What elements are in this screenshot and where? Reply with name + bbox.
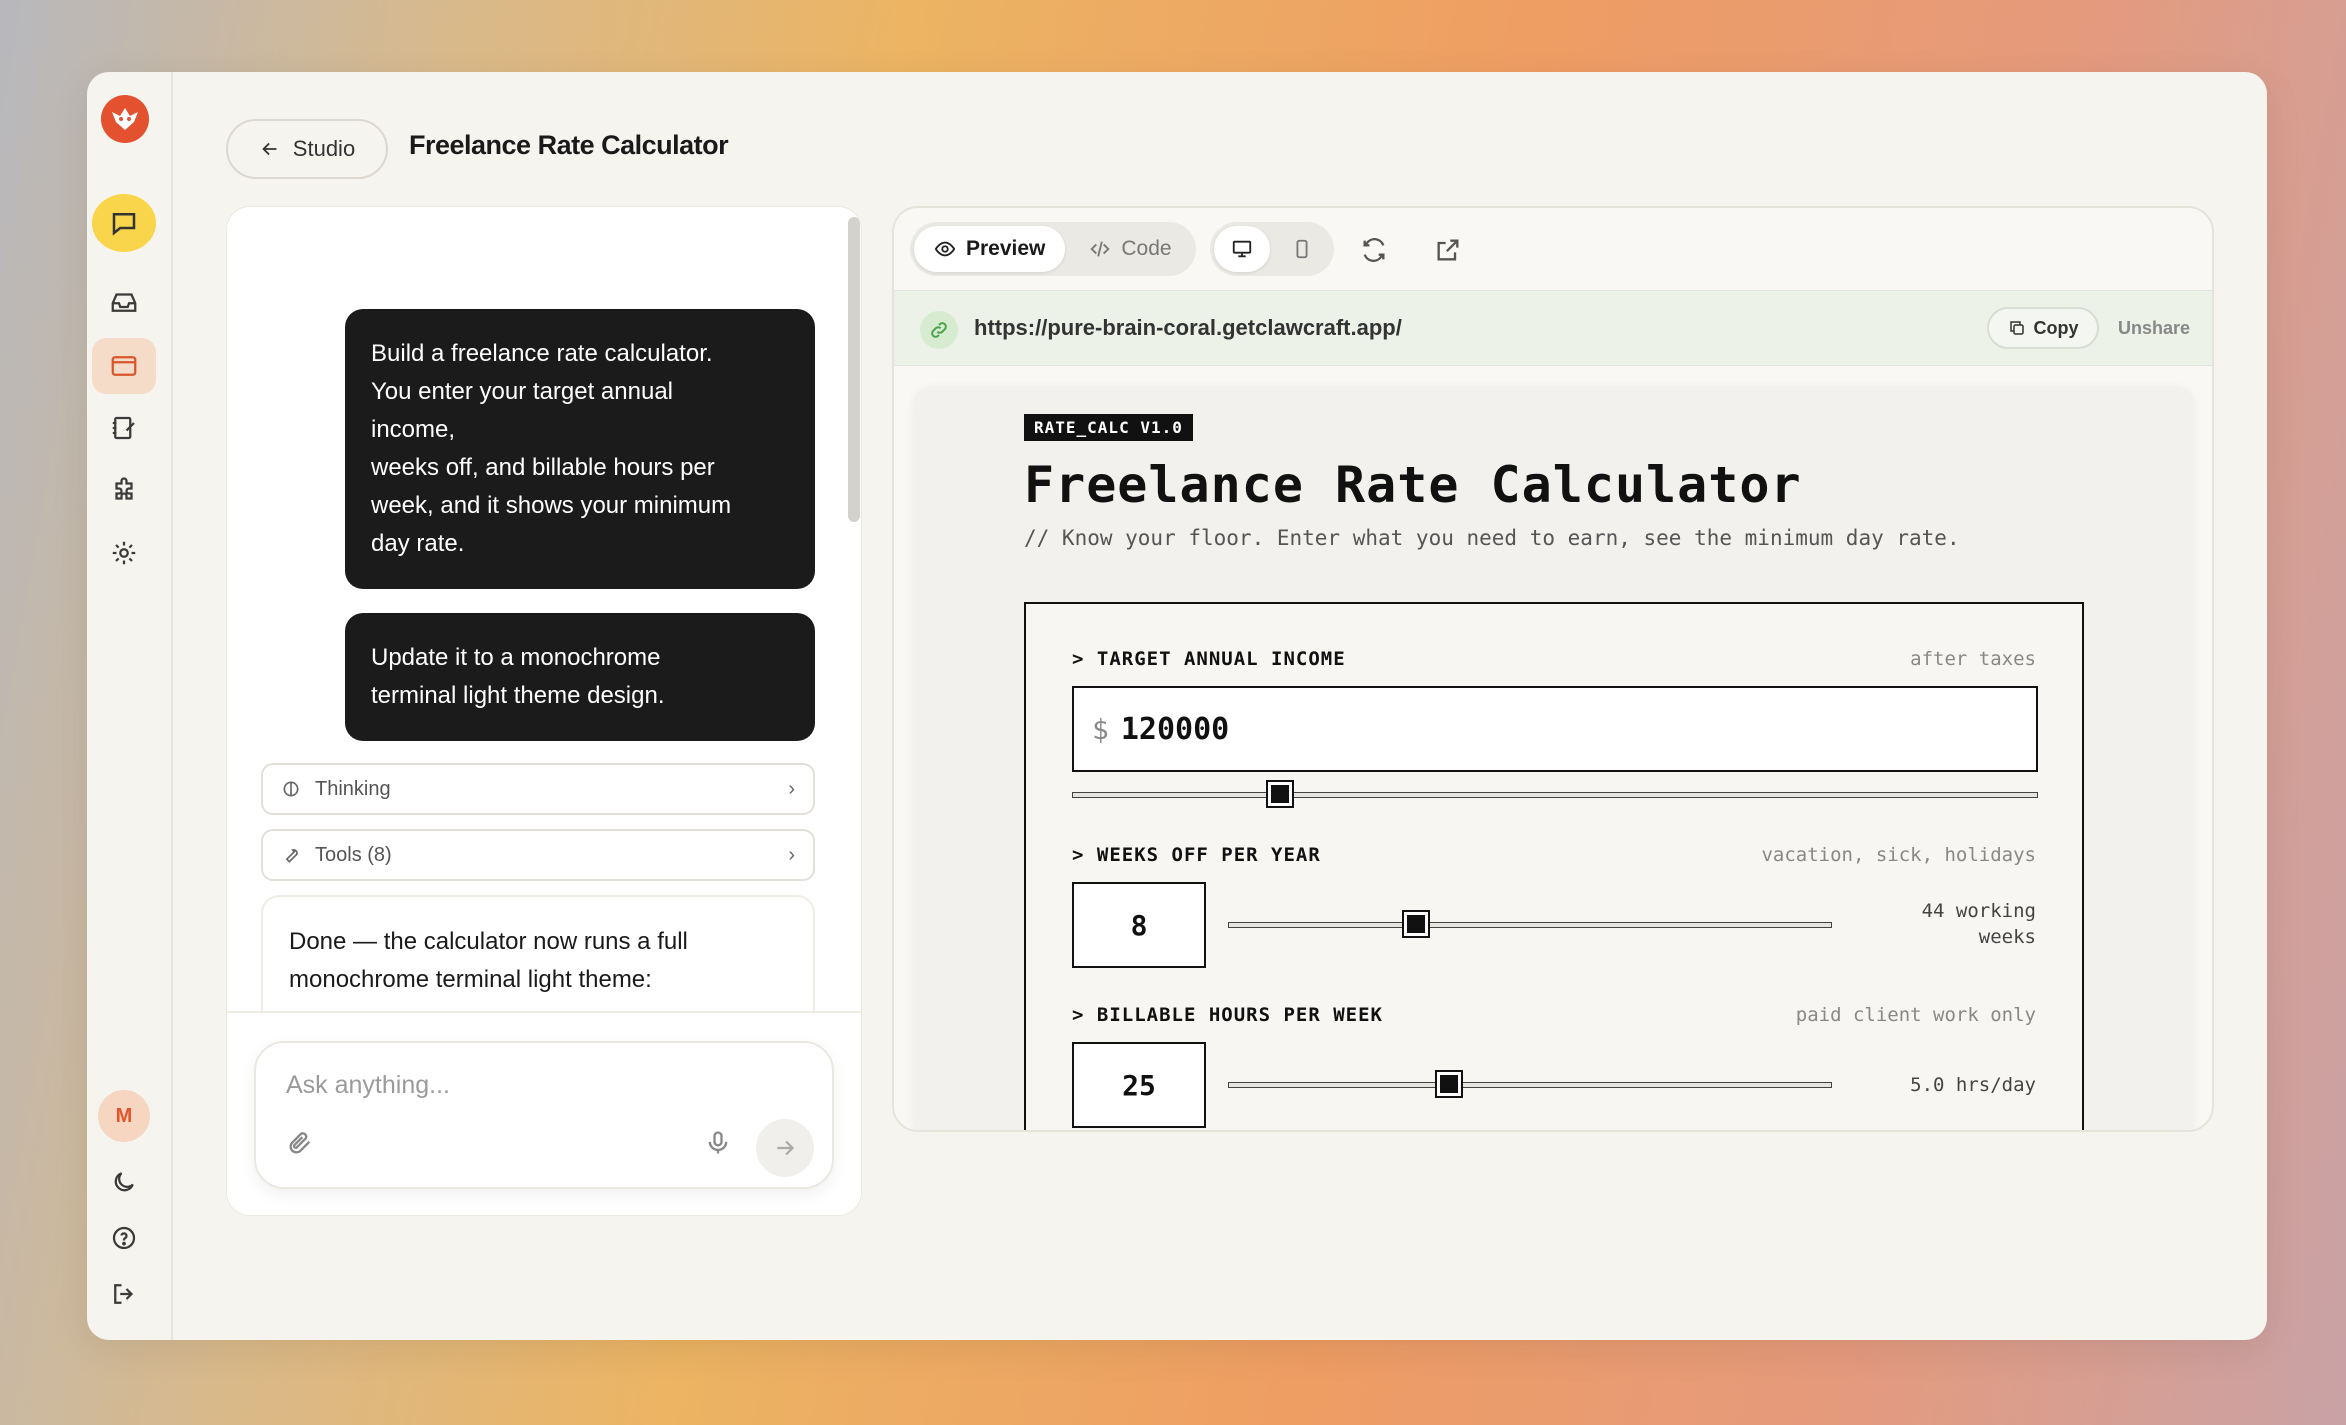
browser-window-icon[interactable]	[92, 338, 156, 394]
chat-scrollbar[interactable]	[848, 217, 860, 522]
weeks-off-label: > WEEKS OFF PER YEAR	[1072, 844, 1321, 866]
preview-panel: Preview Code https://pure-brain-coral.ge…	[892, 206, 2214, 1132]
back-button-label: Studio	[292, 136, 356, 161]
notebook-edit-icon[interactable]	[92, 400, 156, 456]
dark-mode-moon-icon[interactable]	[92, 1154, 156, 1210]
user-message-bubble: Update it to a monochrome terminal light…	[345, 613, 815, 741]
billable-hours-input[interactable]: 25	[1072, 1042, 1206, 1128]
send-button[interactable]	[756, 1119, 814, 1177]
billable-hours-hint: paid client work only	[1795, 1004, 2036, 1026]
wrench-icon	[285, 849, 298, 863]
microphone-icon[interactable]	[704, 1129, 732, 1162]
chat-icon[interactable]	[92, 194, 156, 252]
working-weeks-line2: weeks	[1978, 926, 2036, 948]
inbox-icon[interactable]	[92, 274, 156, 330]
income-hint: after taxes	[1910, 648, 2036, 670]
tab-code-label: Code	[1121, 237, 1172, 260]
income-label: > TARGET ANNUAL INCOME	[1072, 648, 1346, 670]
app-title: Freelance Rate Calculator	[1024, 456, 1802, 514]
tab-preview-label: Preview	[966, 237, 1046, 260]
tools-expander[interactable]: Tools (8) ›	[261, 829, 815, 881]
copy-icon	[2009, 321, 2024, 335]
unshare-button[interactable]: Unshare	[2118, 318, 2190, 339]
arrow-left-icon	[262, 142, 277, 156]
calculator-form: > TARGET ANNUAL INCOME after taxes $ 120…	[1024, 602, 2084, 1130]
paperclip-icon[interactable]	[286, 1129, 314, 1162]
arrow-right-icon	[777, 1140, 795, 1156]
mobile-view-button[interactable]	[1274, 226, 1330, 272]
income-input[interactable]: $ 120000	[1072, 686, 2038, 772]
user-message-bubble: Build a freelance rate calculator. You e…	[345, 309, 815, 589]
code-icon	[1090, 241, 1110, 257]
user-message-text: Build a freelance rate calculator. You e…	[371, 340, 732, 557]
composer-divider	[227, 1011, 861, 1013]
thinking-label: Thinking	[315, 777, 391, 800]
copy-label: Copy	[2033, 317, 2079, 338]
monitor-icon	[1232, 240, 1252, 258]
version-badge: RATE_CALC V1.0	[1024, 414, 1193, 441]
eye-icon	[934, 241, 956, 257]
copy-button[interactable]: Copy	[1987, 307, 2099, 349]
income-slider[interactable]	[1072, 780, 2038, 808]
tab-code[interactable]: Code	[1069, 226, 1191, 272]
brain-icon	[283, 781, 299, 797]
working-weeks-note: 44 working weeks	[1922, 898, 2036, 950]
refresh-icon[interactable]	[1360, 236, 1388, 269]
income-value: 120000	[1120, 711, 1230, 747]
composer-input[interactable]: Ask anything...	[286, 1071, 450, 1100]
chevron-right-icon: ›	[788, 843, 795, 866]
share-url[interactable]: https://pure-brain-coral.getclawcraft.ap…	[974, 315, 1402, 341]
billable-hours-label: > BILLABLE HOURS PER WEEK	[1072, 1004, 1383, 1026]
message-composer[interactable]: Ask anything...	[254, 1041, 834, 1189]
logout-icon[interactable]	[92, 1266, 156, 1322]
app-window: M Studio Freelance Rate Calculator Build…	[87, 72, 2267, 1340]
weeks-off-hint: vacation, sick, holidays	[1761, 844, 2036, 866]
settings-gear-icon[interactable]	[92, 525, 156, 581]
hours-per-day-note: 5.0 hrs/day	[1910, 1074, 2036, 1096]
billable-hours-slider-thumb[interactable]	[1434, 1070, 1463, 1098]
desktop-view-button[interactable]	[1214, 226, 1270, 272]
share-url-bar: https://pure-brain-coral.getclawcraft.ap…	[894, 290, 2212, 366]
billable-hours-slider[interactable]	[1228, 1070, 1832, 1098]
open-external-icon[interactable]	[1434, 236, 1462, 269]
phone-icon	[1296, 239, 1308, 259]
tools-label: Tools (8)	[315, 843, 392, 866]
assistant-reply-text: Done — the calculator now runs a full mo…	[289, 928, 688, 993]
app-preview-frame: RATE_CALC V1.0 Freelance Rate Calculator…	[914, 386, 2194, 1130]
user-avatar[interactable]: M	[98, 1090, 150, 1142]
puzzle-icon[interactable]	[92, 463, 156, 519]
income-slider-thumb[interactable]	[1266, 780, 1295, 808]
help-icon[interactable]	[92, 1210, 156, 1266]
working-weeks-line1: 44 working	[1921, 900, 2036, 922]
page-title: Freelance Rate Calculator	[409, 130, 729, 160]
preview-toolbar: Preview Code	[894, 208, 2212, 290]
thinking-expander[interactable]: Thinking ›	[261, 763, 815, 815]
chevron-right-icon: ›	[788, 777, 795, 800]
left-rail: M	[87, 72, 173, 1340]
app-logo-icon[interactable]	[101, 95, 149, 143]
view-mode-toggle: Preview Code	[910, 222, 1196, 276]
weeks-off-input[interactable]: 8	[1072, 882, 1206, 968]
link-icon	[920, 311, 958, 349]
back-to-studio-button[interactable]: Studio	[226, 119, 388, 179]
tab-preview[interactable]: Preview	[914, 226, 1066, 272]
device-toggle	[1210, 222, 1334, 276]
user-message-text: Update it to a monochrome terminal light…	[371, 644, 665, 709]
chat-panel: Build a freelance rate calculator. You e…	[226, 206, 862, 1216]
weeks-off-slider[interactable]	[1228, 910, 1832, 938]
weeks-off-slider-thumb[interactable]	[1401, 910, 1430, 938]
app-subtitle: // Know your floor. Enter what you need …	[1024, 526, 1960, 550]
currency-symbol: $	[1092, 712, 1109, 746]
